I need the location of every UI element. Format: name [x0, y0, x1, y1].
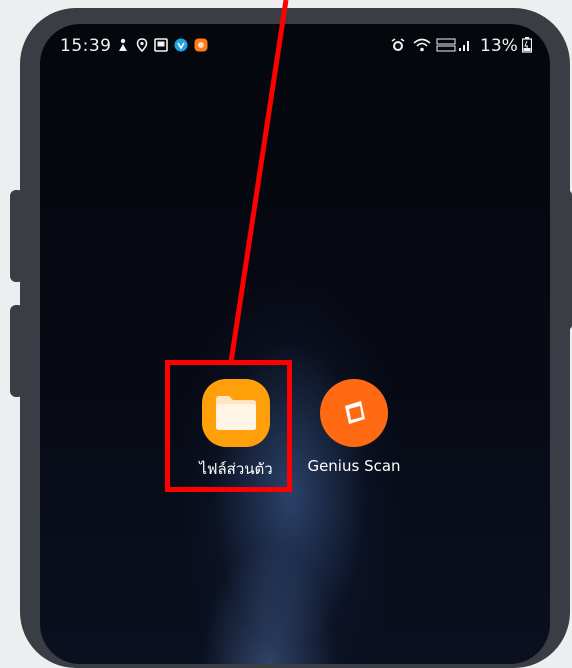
annotation-highlight-box [165, 360, 292, 492]
annotation-pointer-line [228, 0, 289, 363]
